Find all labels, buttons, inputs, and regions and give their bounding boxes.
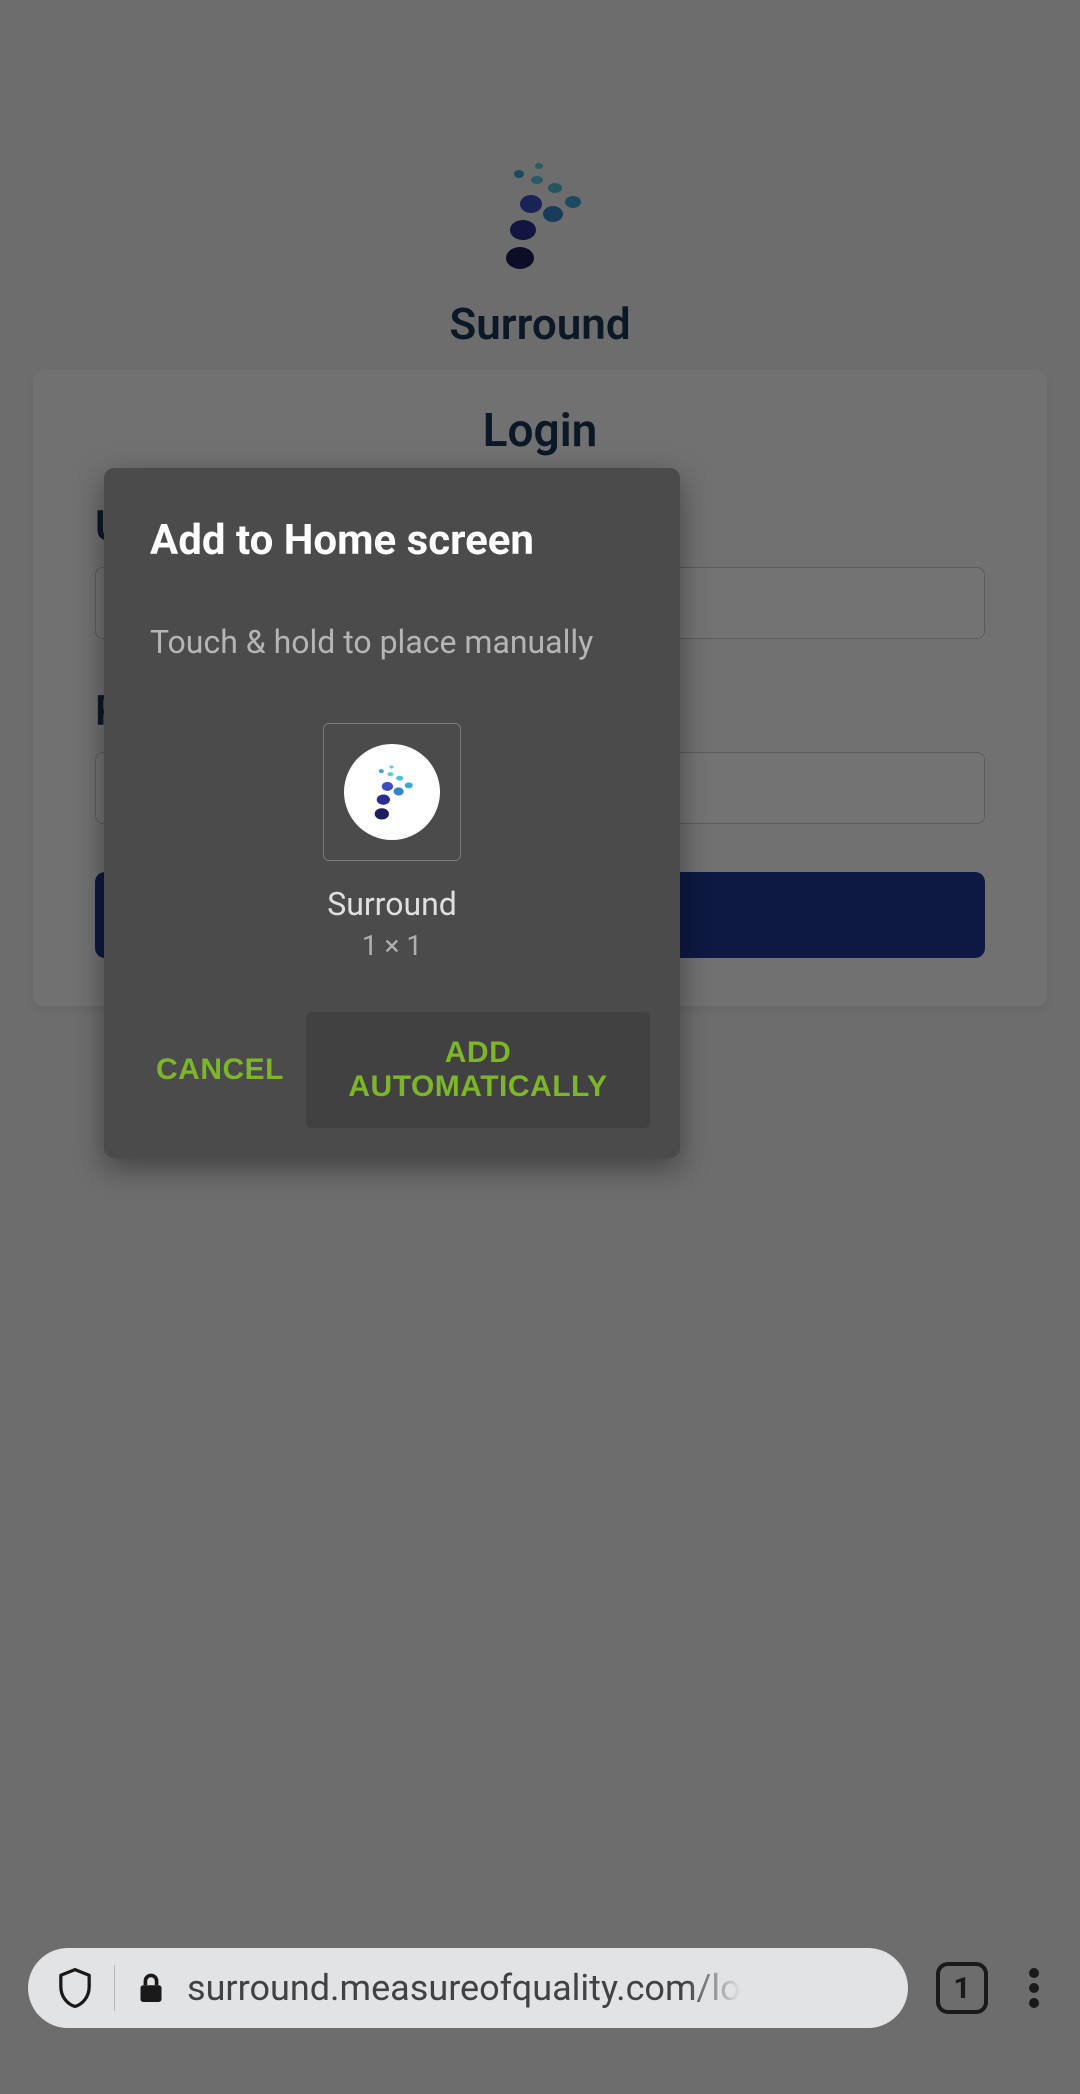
dialog-actions: CANCEL ADD AUTOMATICALLY: [104, 1012, 680, 1144]
url-bar[interactable]: surround.measureofquality.com/lo: [28, 1948, 908, 2028]
add-to-home-dialog: Add to Home screen Touch & hold to place…: [104, 468, 680, 1158]
add-automatically-button[interactable]: ADD AUTOMATICALLY: [306, 1012, 650, 1128]
widget-name: Surround: [327, 885, 457, 923]
shield-icon[interactable]: [58, 1968, 92, 2008]
menu-button[interactable]: [1016, 1964, 1052, 2012]
tabs-count: 1: [953, 1971, 970, 2006]
cancel-button[interactable]: CANCEL: [134, 1029, 306, 1111]
dialog-subtitle: Touch & hold to place manually: [104, 623, 680, 661]
divider: [114, 1965, 115, 2011]
lock-icon[interactable]: [137, 1971, 165, 2005]
widget-box: [323, 723, 461, 861]
dialog-title: Add to Home screen: [104, 516, 680, 565]
widget-app-icon: [344, 744, 440, 840]
url-text: surround.measureofquality.com/lo: [187, 1967, 741, 2009]
browser-bar: surround.measureofquality.com/lo 1: [0, 1882, 1080, 2094]
widget-preview[interactable]: Surround 1 × 1: [104, 723, 680, 962]
widget-size: 1 × 1: [362, 929, 422, 962]
tabs-button[interactable]: 1: [936, 1962, 988, 2014]
